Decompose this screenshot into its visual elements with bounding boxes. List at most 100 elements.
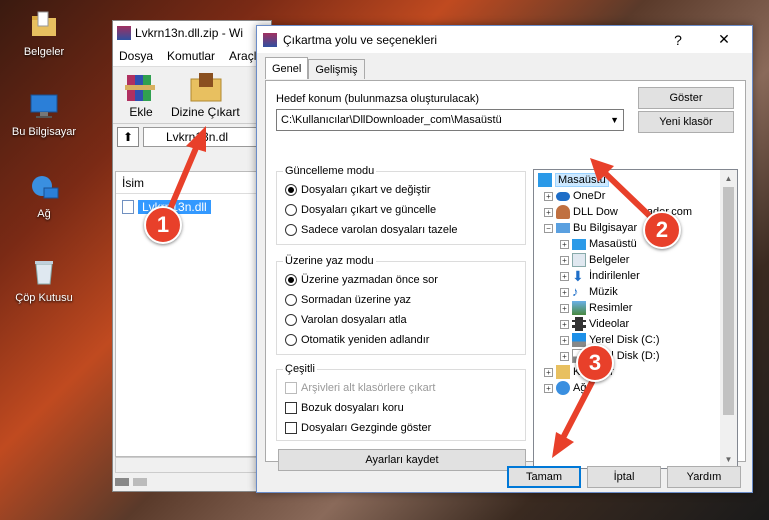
close-button[interactable]: ✕ xyxy=(704,26,744,53)
option-label: Otomatik yeniden adlandır xyxy=(301,334,430,346)
tree-label: Resimler xyxy=(589,302,633,314)
file-row[interactable]: Lvkrn13n.dll xyxy=(122,198,270,216)
tree-node-documents[interactable]: + Belgeler xyxy=(560,252,629,268)
radio-skip-existing[interactable]: Varolan dosyaları atla xyxy=(285,312,407,328)
tree-label: OneDr xyxy=(573,190,606,202)
checkbox-indicator xyxy=(285,402,297,414)
up-folder-button[interactable]: ⬆ xyxy=(117,126,139,147)
cloud-icon xyxy=(556,191,570,201)
winrar-menubar: Dosya Komutlar Araçla xyxy=(113,45,271,67)
overwrite-mode-title: Üzerine yaz modu xyxy=(283,255,376,267)
winrar-app-icon xyxy=(117,26,131,40)
desktop-icon-network[interactable]: Ağ xyxy=(4,172,84,220)
radio-ask-before-overwrite[interactable]: Üzerine yazmadan önce sor xyxy=(285,272,438,288)
expand-icon: + xyxy=(560,319,569,329)
option-label: Dosyaları Gezginde göster xyxy=(301,422,432,434)
menu-commands[interactable]: Komutlar xyxy=(167,49,215,63)
desktop-icon-this-pc[interactable]: Bu Bilgisayar xyxy=(4,90,84,138)
checkbox-keep-broken-files[interactable]: Bozuk dosyaları koru xyxy=(285,400,404,416)
radio-indicator xyxy=(285,274,297,286)
radio-extract-update[interactable]: Dosyaları çıkart ve güncelle xyxy=(285,202,436,218)
show-button[interactable]: Göster xyxy=(638,87,734,109)
expand-icon: + xyxy=(560,287,569,297)
tree-node-disk-c[interactable]: + Yerel Disk (C:) xyxy=(560,332,660,348)
tree-node-pictures[interactable]: + Resimler xyxy=(560,300,632,316)
horizontal-scrollbar[interactable] xyxy=(115,457,271,473)
radio-indicator xyxy=(285,334,297,346)
cancel-button[interactable]: İptal xyxy=(587,466,661,488)
general-tab-panel: Hedef konum (bulunmazsa oluşturulacak) C… xyxy=(265,80,746,471)
checkbox-extract-to-subfolders[interactable]: Arşivleri alt klasörlere çıkart xyxy=(285,380,435,396)
radio-indicator xyxy=(285,224,297,236)
ok-button[interactable]: Tamam xyxy=(507,466,581,488)
option-label: Sormadan üzerine yaz xyxy=(301,294,412,306)
tree-label: Bu Bilgisayar xyxy=(573,222,638,234)
file-list: İsim Lvkrn13n.dll xyxy=(115,171,271,457)
dialog-title: Çıkartma yolu ve seçenekleri xyxy=(283,32,438,47)
tab-general[interactable]: Genel xyxy=(265,57,309,79)
desktop-icon-label: Belgeler xyxy=(23,46,65,58)
checkbox-show-in-explorer[interactable]: Dosyaları Gezginde göster xyxy=(285,420,431,436)
column-header-name[interactable]: İsim xyxy=(116,172,270,194)
option-label: Arşivleri alt klasörlere çıkart xyxy=(301,382,436,394)
misc-group: Çeşitli Arşivleri alt klasörlere çıkart … xyxy=(276,363,526,441)
radio-extract-replace[interactable]: Dosyaları çıkart ve değiştir xyxy=(285,182,431,198)
radio-auto-rename[interactable]: Otomatik yeniden adlandır xyxy=(285,332,429,348)
dialog-tabs: Genel Gelişmiş xyxy=(265,57,365,79)
option-label: Üzerine yazmadan önce sor xyxy=(301,274,438,286)
pictures-icon xyxy=(572,301,586,315)
expand-icon: + xyxy=(560,271,569,281)
tree-label: Masaüstü xyxy=(589,238,637,250)
extract-label: Dizine Çıkart xyxy=(171,105,240,119)
overwrite-mode-group: Üzerine yaz modu Üzerine yazmadan önce s… xyxy=(276,255,526,355)
option-label: Sadece varolan dosyaları tazele xyxy=(301,224,458,236)
tree-node-desktop[interactable]: + Masaüstü xyxy=(560,236,637,252)
expand-icon: + xyxy=(560,239,569,249)
winrar-statusbar xyxy=(115,473,147,491)
scrollbar-thumb[interactable] xyxy=(723,187,734,415)
add-button[interactable]: Ekle xyxy=(121,71,161,119)
drive-icon xyxy=(115,478,129,486)
expand-icon: + xyxy=(560,303,569,313)
archive-path-field[interactable]: Lvkrn13n.dl xyxy=(143,126,267,147)
tree-label: Videolar xyxy=(589,318,630,330)
folder-tree: Masaüstü + OneDr + DLL Dow ader.com − Bu… xyxy=(533,169,738,469)
tree-node-music[interactable]: + ♪ Müzik xyxy=(560,284,618,300)
tree-node-desktop-root[interactable]: Masaüstü xyxy=(538,172,609,188)
tree-vertical-scrollbar[interactable]: ▲ ▼ xyxy=(720,170,737,468)
winrar-title: Lvkrn13n.dll.zip - Wi xyxy=(135,26,244,40)
expand-icon: + xyxy=(560,335,569,345)
menu-file[interactable]: Dosya xyxy=(119,49,153,63)
radio-indicator xyxy=(285,204,297,216)
expand-icon: + xyxy=(544,367,553,377)
scroll-up-icon[interactable]: ▲ xyxy=(720,170,737,187)
download-arrow-icon: ⬇ xyxy=(572,268,584,284)
desktop-icon-documents[interactable]: Belgeler xyxy=(4,10,84,58)
desktop-icon-recycle-bin[interactable]: Çöp Kutusu xyxy=(4,256,84,304)
radio-overwrite-without-prompt[interactable]: Sormadan üzerine yaz xyxy=(285,292,411,308)
option-label: Varolan dosyaları atla xyxy=(301,314,407,326)
dll-file-icon xyxy=(122,200,134,214)
destination-label: Hedef konum (bulunmazsa oluşturulacak) xyxy=(276,93,479,105)
tree-node-network[interactable]: + Ağ xyxy=(544,380,586,396)
tab-advanced[interactable]: Gelişmiş xyxy=(308,59,365,79)
desktop-icon-label: Bu Bilgisayar xyxy=(11,126,77,138)
winrar-window: Lvkrn13n.dll.zip - Wi Dosya Komutlar Ara… xyxy=(112,20,272,492)
help-title-button[interactable]: ? xyxy=(658,26,698,53)
radio-freshen-existing[interactable]: Sadece varolan dosyaları tazele xyxy=(285,222,458,238)
tree-node-this-pc[interactable]: − Bu Bilgisayar xyxy=(544,220,637,236)
expand-icon: + xyxy=(544,191,553,201)
new-folder-button[interactable]: Yeni klasör xyxy=(638,111,734,133)
tree-label: İndirilenler xyxy=(589,270,640,282)
film-icon xyxy=(572,317,586,331)
tree-node-downloads[interactable]: + ⬇ İndirilenler xyxy=(560,268,640,284)
music-note-icon: ♪ xyxy=(572,284,579,299)
help-button[interactable]: Yardım xyxy=(667,466,741,488)
save-settings-button[interactable]: Ayarları kaydet xyxy=(278,449,526,471)
destination-path-combo[interactable]: C:\Kullanıcılar\DllDownloader_com\Masaüs… xyxy=(276,109,624,131)
tree-node-onedrive[interactable]: + OneDr xyxy=(544,188,605,204)
radio-indicator xyxy=(285,314,297,326)
documents-icon xyxy=(572,253,586,267)
tree-node-videos[interactable]: + Videolar xyxy=(560,316,629,332)
extract-to-button[interactable]: Dizine Çıkart xyxy=(171,71,240,119)
